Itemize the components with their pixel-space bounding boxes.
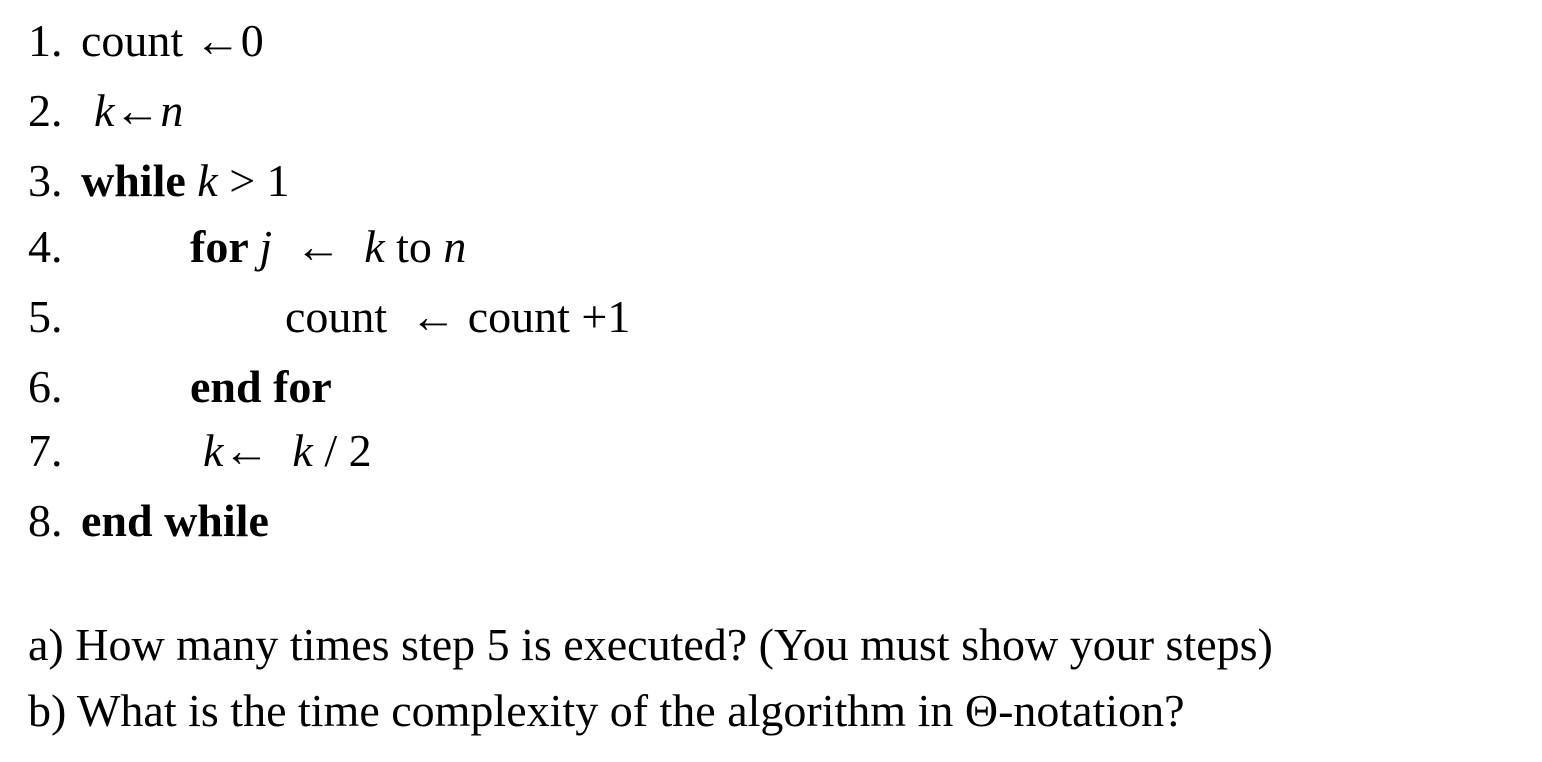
line-code: k← k / 2 [203, 428, 372, 474]
variable: k [94, 85, 115, 136]
line-code: for j ← k to n [190, 224, 466, 270]
code-text: ← [272, 221, 365, 272]
variable: n [443, 221, 467, 272]
keyword: end for [190, 361, 332, 412]
line-number: 1. [28, 15, 63, 66]
question-a: a) How many times step 5 is executed? (Y… [28, 619, 1273, 670]
line-code: k←n [94, 88, 183, 134]
line-number: 3. [28, 155, 63, 206]
line-code: end for [190, 364, 332, 410]
code-text: ← [114, 85, 161, 136]
variable: k [364, 221, 385, 272]
line-code: count ←0 [81, 18, 264, 64]
code-text: count [285, 291, 411, 342]
code-text: > 1 [217, 155, 290, 206]
code-text: ← [194, 15, 241, 66]
variable: k [292, 425, 313, 476]
variable: k [197, 155, 218, 206]
code-text: / 2 [312, 425, 372, 476]
cropped-heading-fragment [0, 0, 1542, 6]
line-code: end while [81, 498, 269, 544]
keyword: while [81, 155, 198, 206]
code-text: count +1 [456, 291, 631, 342]
keyword: end while [81, 495, 269, 546]
line-number: 2. [28, 85, 63, 136]
code-text: ← [410, 291, 457, 342]
line-code: count ← count +1 [285, 294, 630, 340]
line-code: while k > 1 [81, 158, 290, 204]
code-text: to [384, 221, 444, 272]
line-number: 5. [28, 291, 63, 342]
line-number: 8. [28, 495, 63, 546]
line-number: 6. [28, 361, 63, 412]
keyword: for [190, 221, 260, 272]
variable: n [160, 85, 184, 136]
line-number: 4. [28, 221, 63, 272]
line-number: 7. [28, 425, 63, 476]
question-b: b) What is the time complexity of the al… [28, 685, 1185, 736]
variable: j [259, 221, 273, 272]
code-text: count [81, 15, 195, 66]
code-text: 0 [240, 15, 264, 66]
variable: k [203, 425, 224, 476]
code-text: ← [223, 425, 293, 476]
